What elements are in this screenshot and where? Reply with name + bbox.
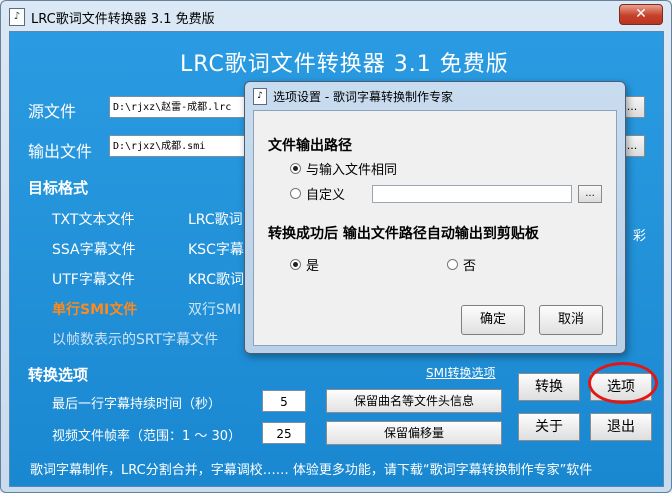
format-smi-double[interactable]: 双行SMI (188, 299, 241, 319)
fps-label: 视频文件帧率（范围：1 ～ 30） (52, 429, 242, 444)
last-line-duration-input[interactable]: 5 (262, 390, 306, 412)
clipboard-no-label[interactable]: 否 (463, 255, 476, 274)
format-srt-frames[interactable]: 以帧数表示的SRT字幕文件 (52, 329, 218, 349)
source-file-input[interactable]: D:\rjxz\赵雷-成都.lrc (109, 96, 249, 118)
source-label: 源文件 (28, 102, 77, 121)
custom-path-label[interactable]: 自定义 (306, 184, 345, 203)
output-label: 输出文件 (28, 142, 93, 161)
format-smi-single[interactable]: 单行SMI文件 (52, 299, 137, 319)
format-lrc[interactable]: LRC歌词 (188, 209, 243, 229)
radio-clipboard-yes[interactable] (290, 259, 301, 270)
format-ksc[interactable]: KSC字幕 (188, 239, 244, 259)
convert-options-label: 转换选项 (28, 366, 89, 384)
highlight-ring (588, 362, 658, 404)
clipboard-yes-label[interactable]: 是 (306, 255, 319, 274)
format-txt[interactable]: TXT文本文件 (52, 209, 134, 229)
output-path-header: 文件输出路径 (268, 138, 352, 154)
keep-header-button[interactable]: 保留曲名等文件头信息 (326, 389, 502, 413)
last-line-duration-label: 最后一行字幕持续时间（秒） (52, 397, 222, 412)
convert-button[interactable]: 转换 (518, 373, 580, 401)
radio-same-as-input[interactable] (290, 163, 301, 174)
app-icon: ♪ (9, 8, 25, 26)
fps-input[interactable]: 25 (262, 422, 306, 444)
radio-clipboard-no[interactable] (447, 259, 458, 270)
keep-offset-button[interactable]: 保留偏移量 (326, 421, 502, 445)
target-format-label: 目标格式 (28, 179, 89, 197)
clipboard-header: 转换成功后 输出文件路径自动输出到剪贴板 (268, 226, 539, 242)
ok-button[interactable]: 确定 (461, 305, 525, 335)
format-ssa[interactable]: SSA字幕文件 (52, 239, 136, 259)
smi-options-link[interactable]: SMI转换选项 (426, 364, 496, 381)
dialog-title: 选项设置 - 歌词字幕转换制作专家 (273, 90, 453, 104)
format-utf[interactable]: UTF字幕文件 (52, 269, 135, 289)
exit-button[interactable]: 退出 (590, 413, 652, 441)
dialog-icon: ♪ (253, 88, 267, 105)
app-banner: LRC歌词文件转换器 3.1 免费版 (180, 52, 509, 77)
dialog-body: 文件输出路径 与输入文件相同 自定义 ... 转换成功后 输出文件路径自动输出到… (253, 110, 617, 346)
radio-custom-path[interactable] (290, 188, 301, 199)
custom-path-input[interactable] (372, 185, 572, 203)
cancel-button[interactable]: 取消 (539, 305, 603, 335)
same-as-input-label[interactable]: 与输入文件相同 (306, 159, 397, 178)
custom-path-browse-button[interactable]: ... (578, 185, 602, 203)
window-title: LRC歌词文件转换器 3.1 免费版 (31, 12, 215, 27)
about-button[interactable]: 关于 (518, 413, 580, 441)
options-dialog: ♪ 选项设置 - 歌词字幕转换制作专家 文件输出路径 与输入文件相同 自定义 .… (244, 81, 626, 354)
format-krc[interactable]: KRC歌词 (188, 269, 244, 289)
footer-promo: 歌词字幕制作，LRC分割合并，字幕调校…… 体验更多功能，请下载“歌词字幕转换制… (30, 463, 593, 478)
output-file-input[interactable]: D:\rjxz\成都.smi (109, 135, 249, 157)
side-text: 彩 (633, 229, 647, 244)
main-window: ♪ LRC歌词文件转换器 3.1 免费版 ✕ LRC歌词文件转换器 3.1 免费… (0, 0, 672, 493)
title-bar: ♪ LRC歌词文件转换器 3.1 免费版 ✕ (1, 1, 671, 31)
close-button[interactable]: ✕ (619, 4, 663, 25)
